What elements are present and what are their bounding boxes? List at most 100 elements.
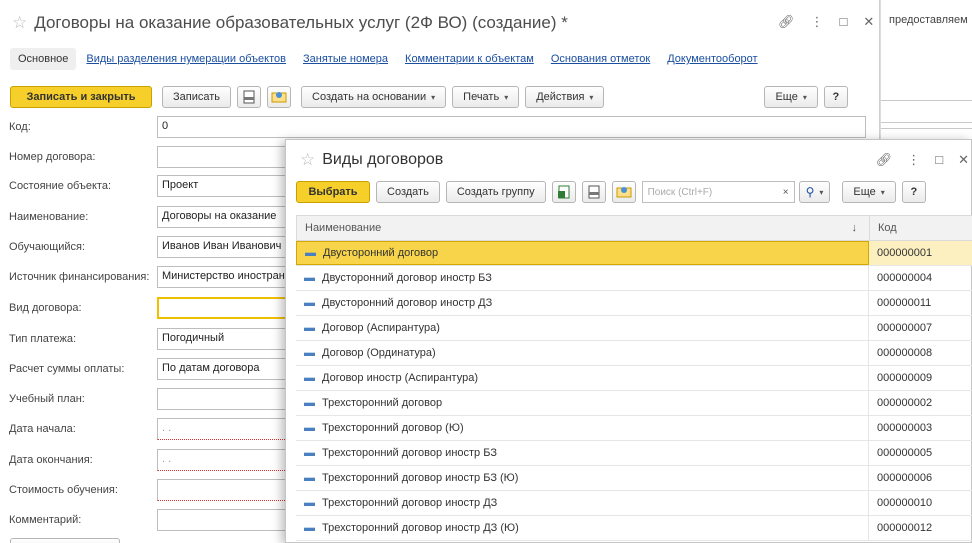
field-row-comment: Комментарий: — [9, 509, 157, 531]
tab-mark-reasons[interactable]: Основания отметок — [551, 53, 650, 65]
contract-number-input[interactable] — [157, 146, 287, 168]
tab-main[interactable]: Основное — [10, 48, 77, 70]
mail-icon[interactable] — [267, 86, 292, 108]
table-row[interactable]: ▬ Трехсторонний договор (Ю) 000000003 — [296, 416, 972, 441]
study-plan-input[interactable] — [157, 388, 287, 410]
table-row[interactable]: ▬ Договор (Ординатура) 000000008 — [296, 341, 972, 366]
report-icon[interactable] — [581, 181, 606, 203]
field-label: Комментарий: — [9, 514, 82, 526]
help-button[interactable]: ? — [823, 86, 848, 108]
table-row[interactable]: ▬ Трехсторонний договор иностр ДЗ (Ю) 000… — [296, 516, 972, 541]
table-row[interactable]: ▬ Договор (Аспирантура) 000000007 — [296, 316, 972, 341]
maximize-icon[interactable]: □ — [935, 152, 943, 168]
tab-occupied-numbers[interactable]: Занятые номера — [303, 53, 388, 65]
table-row[interactable]: ▬ Трехсторонний договор иностр БЗ (Ю) 000… — [296, 466, 972, 491]
dialog-window-controls: 🔗︎ ⋮ □ ✕ — [876, 152, 969, 168]
bottom-button[interactable] — [10, 538, 120, 543]
form-toolbar: Записать и закрыть Записать Создать на о… — [10, 86, 854, 108]
field-row-code: Код: — [9, 116, 157, 138]
cost-input[interactable] — [157, 479, 287, 501]
favorite-star-icon[interactable]: ☆ — [12, 13, 27, 33]
field-row-student: Обучающийся: — [9, 236, 157, 258]
state-input[interactable]: Проект — [157, 175, 287, 197]
window-title: ☆ Договоры на оказание образовательных у… — [12, 10, 568, 36]
item-icon: ▬ — [304, 447, 315, 459]
close-icon[interactable]: ✕ — [863, 14, 874, 30]
column-header-code[interactable]: Код — [870, 222, 972, 234]
field-label: Обучающийся: — [9, 241, 86, 253]
create-button[interactable]: Создать — [376, 181, 440, 203]
item-icon: ▬ — [305, 247, 316, 259]
excel-icon[interactable] — [551, 181, 576, 203]
save-button[interactable]: Записать — [162, 86, 232, 108]
maximize-icon[interactable]: □ — [840, 14, 848, 30]
search-button[interactable]: ⚲ ▾ — [798, 181, 831, 203]
field-label: Источник финансирования: — [9, 271, 150, 283]
field-row-name: Наименование: — [9, 206, 157, 228]
funding-source-input[interactable]: Министерство иностран — [157, 266, 287, 288]
contract-types-dialog: ☆ Виды договоров 🔗︎ ⋮ □ ✕ Выбрать Создат… — [285, 139, 972, 543]
table-row[interactable]: ▬ Трехсторонний договор иностр БЗ 0000000… — [296, 441, 972, 466]
actions-button[interactable]: Действия ▾ — [525, 86, 605, 108]
start-date-input[interactable]: . . — [157, 418, 287, 440]
payment-calc-input[interactable]: По датам договора — [157, 358, 287, 380]
item-icon: ▬ — [304, 272, 315, 284]
end-date-input[interactable]: . . — [157, 449, 287, 471]
link-icon[interactable]: 🔗︎ — [778, 14, 795, 30]
item-icon: ▬ — [304, 522, 315, 534]
dialog-toolbar: Выбрать Создать Создать группу Поиск (Ct… — [296, 181, 932, 203]
code-input[interactable]: 0 — [157, 116, 866, 138]
item-icon: ▬ — [304, 347, 315, 359]
menu-dots-icon[interactable]: ⋮ — [907, 152, 920, 168]
field-label: Стоимость обучения: — [9, 484, 118, 496]
chevron-down-icon: ▾ — [589, 92, 594, 102]
clear-search-icon[interactable]: × — [783, 187, 789, 198]
tab-document-flow[interactable]: Документооборот — [667, 53, 757, 65]
field-row-payment-calc: Расчет суммы оплаты: — [9, 358, 157, 380]
tab-numbering-types[interactable]: Виды разделения нумерации объектов — [86, 53, 286, 65]
name-input[interactable]: Договоры на оказание — [157, 206, 287, 228]
tab-comments[interactable]: Комментарии к объектам — [405, 53, 534, 65]
close-icon[interactable]: ✕ — [958, 152, 969, 168]
table-row[interactable]: ▬ Трехсторонний договор иностр ДЗ 0000000… — [296, 491, 972, 516]
favorite-star-icon[interactable]: ☆ — [300, 150, 315, 170]
table-row[interactable]: ▬ Договор иностр (Аспирантура) 000000009 — [296, 366, 972, 391]
create-group-button[interactable]: Создать группу — [445, 181, 546, 203]
field-row-funding-source: Источник финансирования: — [9, 266, 157, 288]
help-button[interactable]: ? — [901, 181, 926, 203]
table-row[interactable]: ▬ Двусторонний договор иностр БЗ 00000000… — [296, 266, 972, 291]
field-row-state: Состояние объекта: — [9, 175, 157, 197]
dialog-title: ☆ Виды договоров — [300, 150, 443, 170]
create-based-on-button[interactable]: Создать на основании ▾ — [301, 86, 447, 108]
student-input[interactable]: Иванов Иван Иванович — [157, 236, 287, 258]
chevron-down-icon: ▾ — [880, 187, 885, 197]
chevron-down-icon: ▾ — [431, 92, 436, 102]
link-icon[interactable]: 🔗︎ — [876, 152, 893, 168]
table-row[interactable]: ▬ Двусторонний договор 000000001 — [296, 241, 972, 266]
item-icon: ▬ — [304, 497, 315, 509]
search-input[interactable]: Поиск (Ctrl+F) × — [641, 181, 795, 203]
save-and-close-button[interactable]: Записать и закрыть — [10, 86, 152, 108]
search-icon: ⚲ — [805, 185, 815, 199]
select-button[interactable]: Выбрать — [296, 181, 370, 203]
item-icon: ▬ — [304, 372, 315, 384]
menu-dots-icon[interactable]: ⋮ — [811, 14, 824, 30]
table-row[interactable]: ▬ Трехсторонний договор 000000002 — [296, 391, 972, 416]
field-label: Учебный план: — [9, 393, 85, 405]
payment-type-input[interactable]: Погодичный — [157, 328, 287, 350]
table-row[interactable]: ▬ Двусторонний договор иностр ДЗ 00000001… — [296, 291, 972, 316]
contract-types-table: Наименование ↓ Код ▬ Двусторонний договор… — [296, 215, 972, 541]
print-button[interactable]: Печать ▾ — [452, 86, 520, 108]
contract-type-input[interactable] — [157, 297, 287, 319]
field-row-end-date: Дата окончания: — [9, 449, 157, 471]
more-button[interactable]: Еще ▾ — [842, 181, 896, 203]
sort-arrow-icon: ↓ — [851, 222, 858, 234]
column-header-name[interactable]: Наименование ↓ — [297, 216, 870, 240]
comment-input[interactable] — [157, 509, 287, 531]
more-button[interactable]: Еще ▾ — [764, 86, 818, 108]
item-icon: ▬ — [304, 322, 315, 334]
report-icon[interactable] — [237, 86, 262, 108]
item-icon: ▬ — [304, 472, 315, 484]
table-header: Наименование ↓ Код — [296, 215, 972, 241]
mail-icon[interactable] — [611, 181, 636, 203]
